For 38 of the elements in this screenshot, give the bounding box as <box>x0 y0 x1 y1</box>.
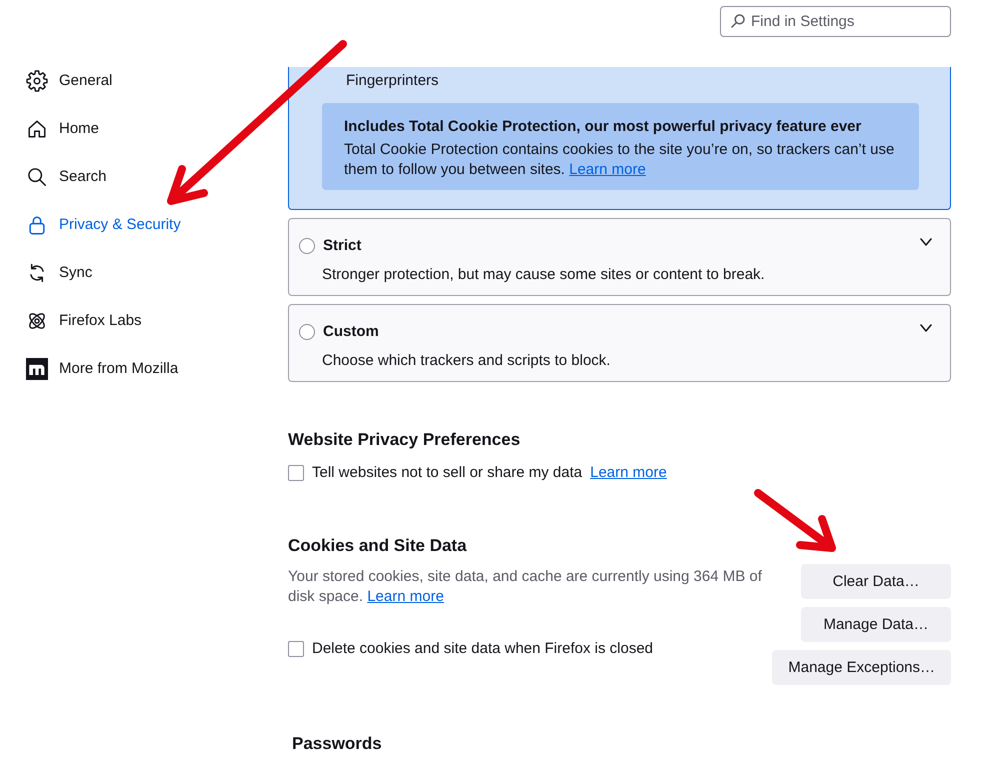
option-title: Strict <box>323 236 362 256</box>
sidebar-item[interactable]: Home <box>26 105 100 153</box>
sidebar-item[interactable]: Sync <box>26 249 92 297</box>
callout-title: Includes Total Cookie Protection, our most powerful privacy feature ever <box>344 117 862 137</box>
radio-button[interactable] <box>299 238 315 254</box>
sidebar-item[interactable]: Firefox Labs <box>26 297 142 345</box>
logo-icon <box>26 358 48 380</box>
home-icon <box>26 118 48 140</box>
search-icon <box>26 166 48 188</box>
action-button[interactable]: Manage Exceptions… <box>772 650 951 685</box>
atom-icon <box>26 310 48 332</box>
section-heading: Passwords <box>292 734 382 754</box>
option-description: Stronger protection, but may cause some sites or content to break. <box>322 265 765 285</box>
section-heading: Website Privacy Preferences <box>288 430 520 450</box>
sidebar-item[interactable]: General <box>26 57 112 105</box>
sidebar-item[interactable]: Search <box>26 153 107 201</box>
checkbox-label[interactable]: Tell websites not to sell or share my data <box>312 463 582 483</box>
action-button[interactable]: Clear Data… <box>801 564 951 599</box>
chevron-icon[interactable] <box>920 238 932 246</box>
checkbox-label[interactable]: Delete cookies and site data when Firefox is closed <box>312 639 654 659</box>
option-description: Choose which trackers and scripts to block. <box>322 351 610 371</box>
sidebar-item[interactable]: More from Mozilla <box>26 345 178 393</box>
gear-icon <box>26 70 48 92</box>
search-field[interactable]: Find in Settings <box>720 6 951 37</box>
callout-text: Total Cookie Protection contains cookies to the site you’re on, so trackers can’t use them to follow you between sites. Learn more <box>344 140 896 180</box>
tracker-list-item: Fingerprinters <box>346 71 439 91</box>
learn-more-link[interactable]: Learn more <box>367 588 444 605</box>
action-button[interactable]: Manage Data… <box>801 607 951 642</box>
radio-button[interactable] <box>299 324 315 340</box>
checkbox[interactable] <box>288 465 304 481</box>
sidebar-item[interactable]: Privacy & Security <box>26 201 181 249</box>
chevron-icon[interactable] <box>920 324 932 332</box>
storage-description: Your stored cookies, site data, and cache are currently using 364 MB of disk space. Learn more <box>288 567 763 607</box>
option-title: Custom <box>323 322 379 342</box>
checkbox[interactable] <box>288 641 304 657</box>
learn-more-link[interactable]: Learn more <box>590 463 667 483</box>
search-icon <box>731 14 745 28</box>
section-heading: Cookies and Site Data <box>288 536 467 556</box>
